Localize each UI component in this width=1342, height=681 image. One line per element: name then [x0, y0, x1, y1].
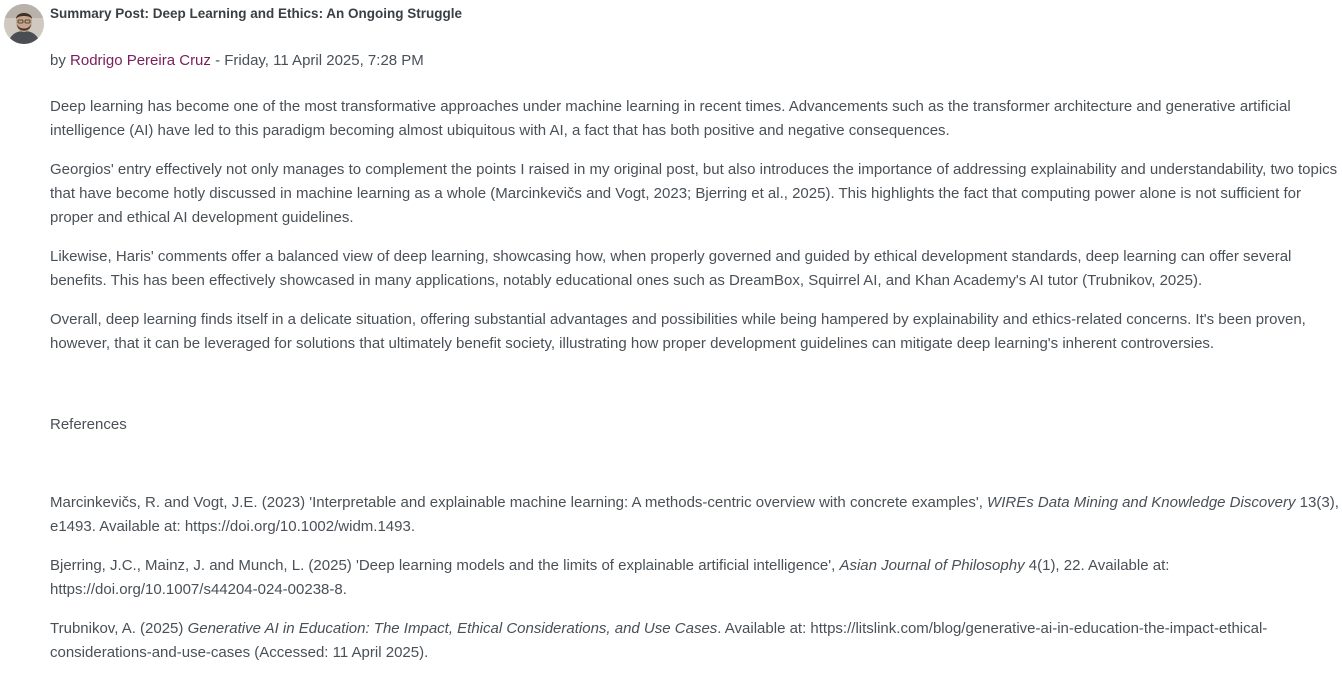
paragraph: Overall, deep learning finds itself in a… [50, 311, 1306, 352]
reference-text: Trubnikov, A. (2025) [50, 620, 188, 637]
byline-prefix: by [50, 52, 71, 69]
byline: by Rodrigo Pereira Cruz - Friday, 11 Apr… [50, 52, 424, 69]
user-photo-icon [4, 4, 44, 44]
paragraph: Georgios' entry effectively not only man… [50, 161, 1338, 226]
paragraph: Deep learning has become one of the most… [50, 98, 1291, 139]
paragraph: Likewise, Haris' comments offer a balanc… [50, 248, 1292, 289]
post-date: Friday, 11 April 2025, 7:28 PM [224, 52, 424, 69]
reference-text: Marcinkevičs, R. and Vogt, J.E. (2023) '… [50, 494, 988, 511]
references-heading: References [50, 416, 127, 433]
reference-item: Trubnikov, A. (2025) Generative AI in Ed… [50, 617, 1342, 665]
reference-text: Bjerring, J.C., Mainz, J. and Munch, L. … [50, 557, 840, 574]
author-link[interactable]: Rodrigo Pereira Cruz [70, 52, 211, 69]
avatar[interactable] [4, 4, 44, 44]
reference-source: Asian Journal of Philosophy [839, 557, 1025, 574]
references-list: Marcinkevičs, R. and Vogt, J.E. (2023) '… [50, 491, 1342, 680]
post-body: Deep learning has become one of the most… [50, 95, 1342, 371]
reference-source: WIREs Data Mining and Knowledge Discover… [987, 494, 1296, 511]
reference-item: Marcinkevičs, R. and Vogt, J.E. (2023) '… [50, 491, 1342, 539]
post-title: Summary Post: Deep Learning and Ethics: … [50, 6, 463, 21]
reference-source: Generative AI in Education: The Impact, … [187, 620, 718, 637]
byline-separator: - [210, 52, 225, 69]
reference-item: Bjerring, J.C., Mainz, J. and Munch, L. … [50, 554, 1342, 602]
